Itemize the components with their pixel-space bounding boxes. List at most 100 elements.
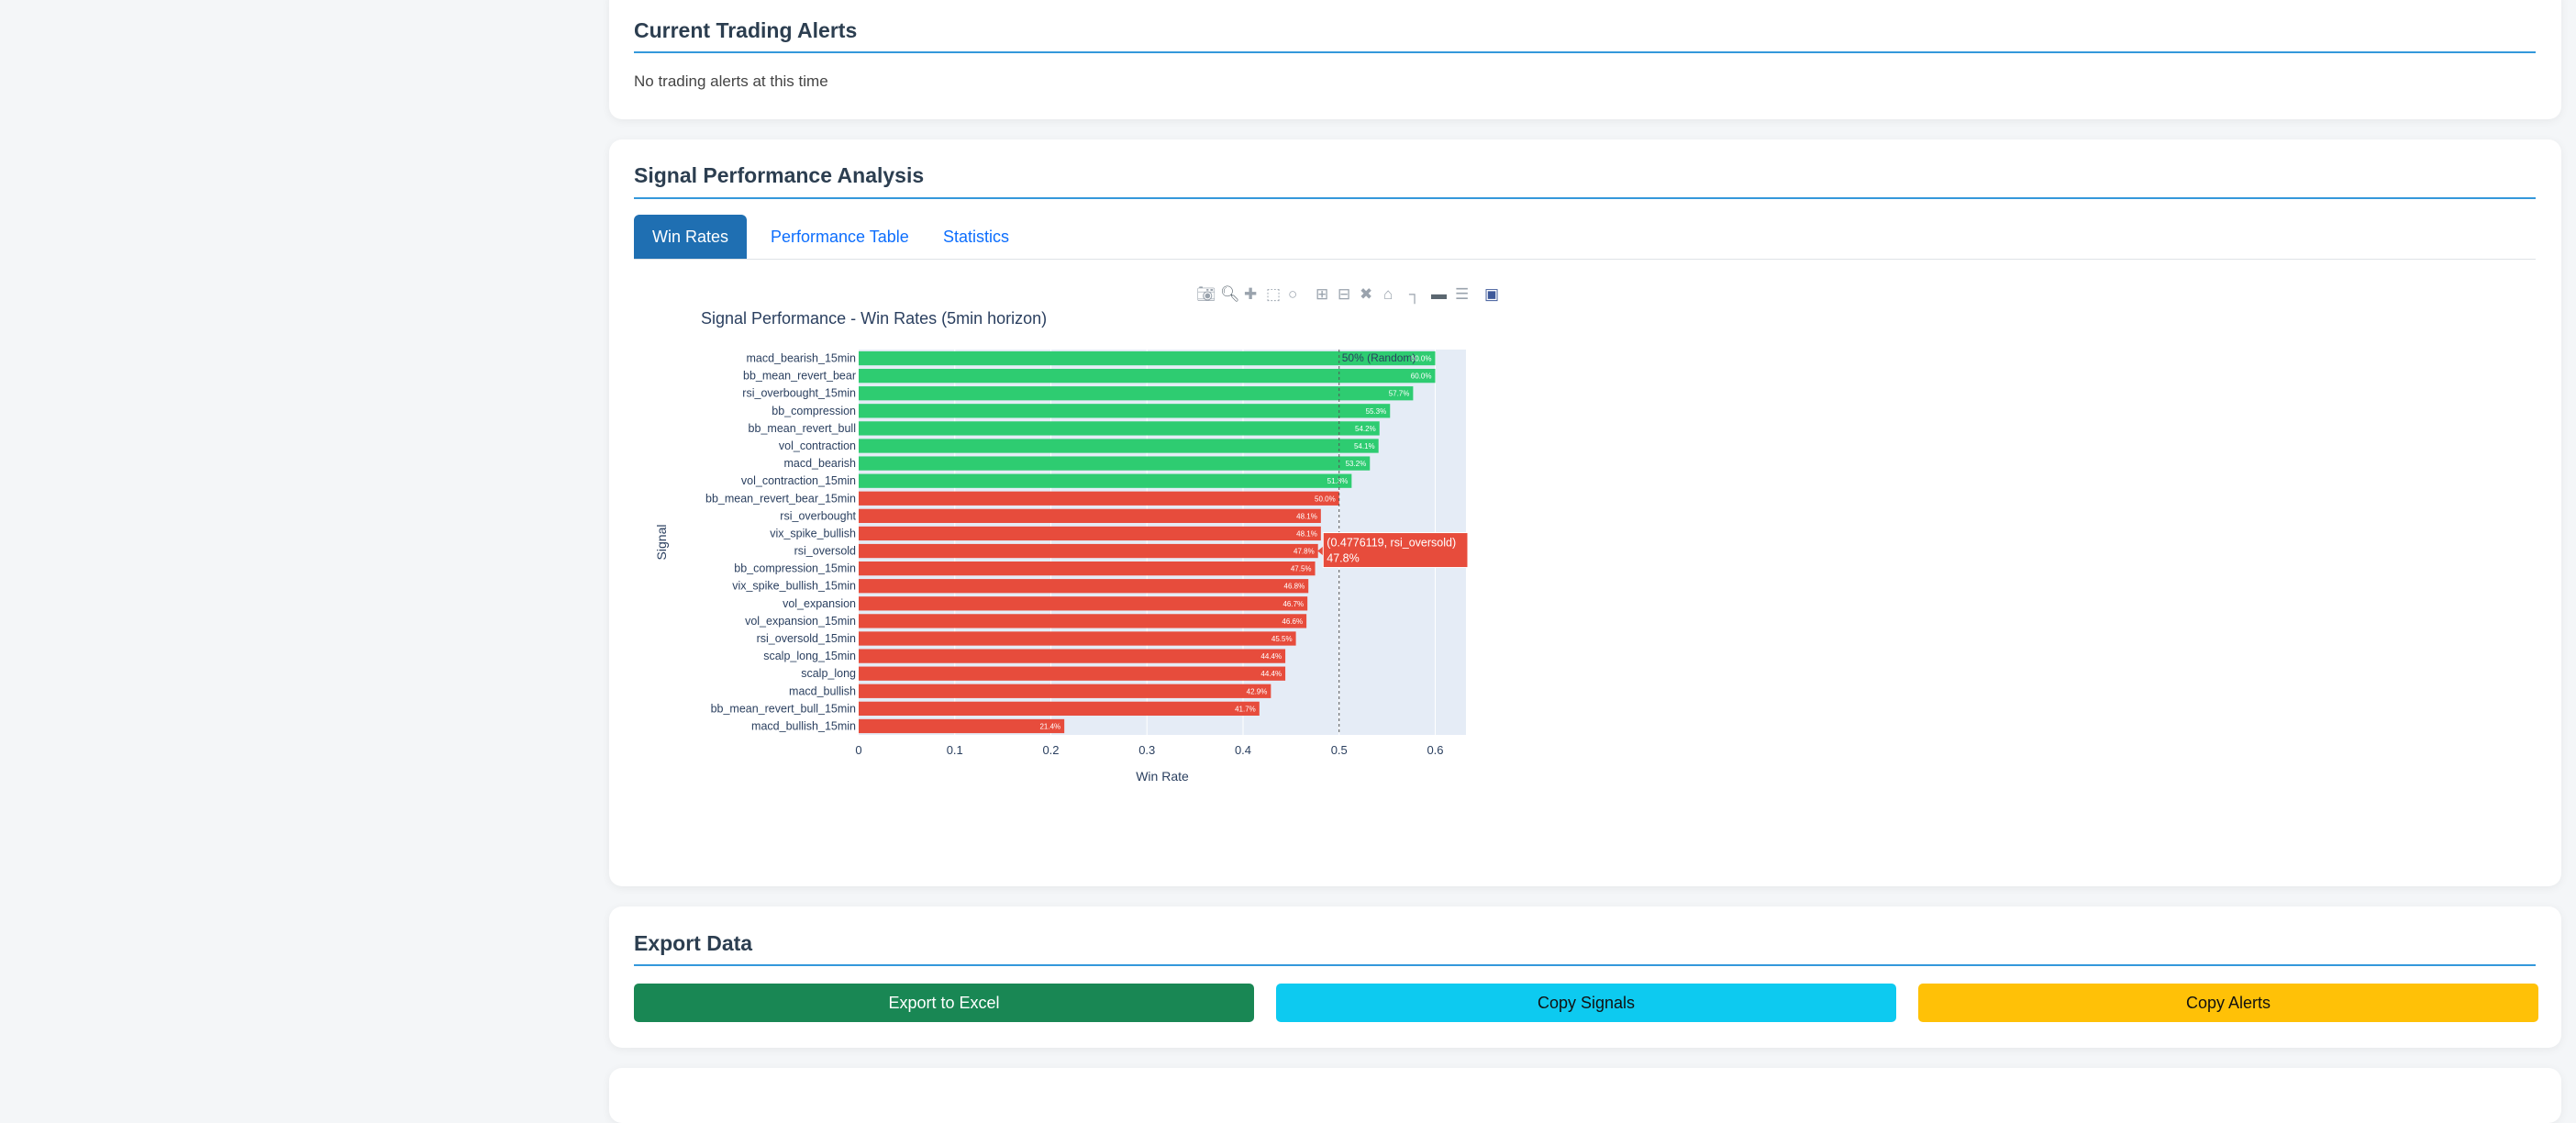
- tab-win-rates[interactable]: Win Rates: [634, 215, 748, 259]
- bar-data-label: 42.9%: [1247, 687, 1268, 695]
- category-label: scalp_long: [801, 667, 856, 680]
- x-tick-label: 0.6: [1427, 743, 1443, 757]
- bar-data-label: 48.1%: [1296, 512, 1317, 520]
- category-label: scalp_long_15min: [763, 650, 856, 662]
- bar-data-label: 51.3%: [1327, 477, 1349, 485]
- win-rate-chart-container: 📷︎ 🔍︎ ✚ ⬚ ○ ⊞ ⊟ ✖ ⌂ ┐ ▬ ☰ ▣ Signal Perfo…: [609, 279, 1527, 829]
- bar-data-label: 44.4%: [1260, 652, 1282, 661]
- bar-data-label: 50.0%: [1315, 495, 1336, 503]
- category-label: rsi_oversold_15min: [757, 632, 856, 645]
- performance-title: Signal Performance Analysis: [634, 163, 925, 187]
- bar-bb_mean_revert_bull_15min[interactable]: [859, 701, 1260, 716]
- performance-tabs: Win Rates Performance Table Statistics: [634, 215, 2536, 260]
- category-label: bb_mean_revert_bull_15min: [711, 702, 856, 715]
- pan-icon[interactable]: ✚: [1244, 284, 1257, 305]
- bar-bb_mean_revert_bull[interactable]: [859, 421, 1380, 436]
- bar-rsi_overbought_15min[interactable]: [859, 386, 1414, 401]
- bar-bb_mean_revert_bear[interactable]: [859, 369, 1436, 384]
- zoom-in-icon[interactable]: ⊞: [1316, 284, 1328, 305]
- bar-macd_bullish[interactable]: [859, 684, 1271, 698]
- bar-bb_compression[interactable]: [859, 404, 1391, 418]
- hover-closest-icon[interactable]: ▬: [1431, 284, 1447, 305]
- bar-data-label: 47.8%: [1294, 548, 1315, 556]
- next-card: [609, 1068, 2561, 1123]
- tooltip-value: 47.8%: [1327, 552, 1359, 565]
- spike-lines-icon[interactable]: ┐: [1409, 284, 1420, 305]
- category-label: macd_bullish_15min: [751, 719, 856, 732]
- box-select-icon[interactable]: ⬚: [1266, 284, 1281, 305]
- bar-data-label: 46.6%: [1282, 617, 1303, 626]
- x-tick-label: 0.4: [1235, 743, 1251, 757]
- bar-data-label: 60.0%: [1411, 372, 1432, 381]
- bar-vol_contraction[interactable]: [859, 439, 1379, 453]
- category-label: macd_bullish: [789, 684, 856, 697]
- bar-vol_expansion[interactable]: [859, 596, 1308, 611]
- category-label: vix_spike_bullish: [770, 527, 856, 539]
- tooltip-coords: (0.4776119, rsi_oversold): [1327, 537, 1456, 550]
- alerts-empty-message: No trading alerts at this time: [634, 72, 828, 90]
- bar-bb_compression_15min[interactable]: [859, 562, 1316, 576]
- performance-card: Signal Performance Analysis Win Rates Pe…: [609, 139, 2561, 886]
- zoom-icon[interactable]: 🔍︎: [1220, 284, 1240, 305]
- bar-scalp_long_15min[interactable]: [859, 649, 1286, 663]
- bar-rsi_overbought[interactable]: [859, 508, 1321, 523]
- x-tick-label: 0.5: [1331, 743, 1348, 757]
- lasso-select-icon[interactable]: ○: [1288, 284, 1297, 305]
- export-title-rule: [634, 964, 2536, 966]
- reset-axes-icon[interactable]: ⌂: [1383, 284, 1393, 305]
- bar-data-label: 54.2%: [1355, 425, 1376, 433]
- tab-statistics[interactable]: Statistics: [925, 215, 1027, 259]
- bar-data-label: 21.4%: [1039, 722, 1060, 730]
- bar-data-label: 46.8%: [1284, 583, 1305, 591]
- bar-data-label: 54.1%: [1354, 442, 1375, 450]
- bar-rsi_oversold_15min[interactable]: [859, 631, 1296, 646]
- chart-title: Signal Performance - Win Rates (5min hor…: [701, 309, 1047, 328]
- export-title: Export Data: [634, 931, 753, 955]
- bar-scalp_long[interactable]: [859, 666, 1286, 681]
- bar-macd_bullish_15min[interactable]: [859, 718, 1065, 734]
- category-label: rsi_overbought: [780, 509, 856, 522]
- hover-tooltip: (0.4776119, rsi_oversold) 47.8%: [1317, 532, 1469, 569]
- bar-data-label: 57.7%: [1389, 390, 1410, 398]
- x-tick-label: 0.1: [947, 743, 963, 757]
- copy-alerts-button[interactable]: Copy Alerts: [1918, 984, 2538, 1022]
- category-label: rsi_oversold: [794, 545, 856, 558]
- category-label: vol_expansion: [783, 597, 856, 610]
- plotly-logo-icon[interactable]: ▣: [1484, 284, 1499, 305]
- camera-icon[interactable]: 📷︎: [1196, 284, 1216, 305]
- bar-bb_mean_revert_bear_15min[interactable]: [859, 491, 1339, 506]
- hover-compare-icon[interactable]: ☰: [1455, 284, 1469, 305]
- bar-vix_spike_bullish[interactable]: [859, 526, 1321, 541]
- category-label: vol_contraction_15min: [741, 474, 856, 487]
- category-label: bb_compression: [772, 405, 856, 417]
- category-label: vol_contraction: [779, 439, 856, 452]
- bar-data-label: 45.5%: [1271, 635, 1293, 643]
- bar-vix_spike_bullish_15min[interactable]: [859, 579, 1309, 594]
- x-tick-label: 0.3: [1138, 743, 1155, 757]
- bar-rsi_oversold[interactable]: [859, 543, 1318, 559]
- bar-data-label: 44.4%: [1260, 670, 1282, 678]
- category-label: bb_compression_15min: [734, 562, 856, 575]
- category-label: bb_mean_revert_bear: [743, 370, 856, 383]
- y-axis-title: Signal: [654, 525, 669, 561]
- x-tick-labels: 0 0.1 0.2 0.3 0.4 0.5 0.6: [855, 743, 1443, 757]
- copy-signals-button[interactable]: Copy Signals: [1276, 984, 1896, 1022]
- bar-vol_expansion_15min[interactable]: [859, 614, 1307, 628]
- export-excel-button[interactable]: Export to Excel: [634, 984, 1254, 1022]
- alerts-title-rule: [634, 51, 2536, 53]
- tab-performance-table[interactable]: Performance Table: [752, 215, 927, 259]
- bar-data-label: 41.7%: [1235, 705, 1256, 713]
- category-label: vol_expansion_15min: [745, 615, 856, 628]
- reference-line-label: 50% (Random): [1342, 351, 1416, 364]
- alerts-card: Current Trading Alerts No trading alerts…: [609, 0, 2561, 119]
- bar-vol_contraction_15min[interactable]: [859, 473, 1352, 488]
- bar-data-label: 46.7%: [1282, 600, 1304, 608]
- category-label: bb_mean_revert_bull: [749, 422, 856, 435]
- autoscale-icon[interactable]: ✖: [1360, 284, 1372, 305]
- bar-data-label: 55.3%: [1366, 407, 1387, 416]
- bar-data-label: 48.1%: [1296, 529, 1317, 538]
- category-label: rsi_overbought_15min: [742, 387, 856, 400]
- bar-macd_bearish[interactable]: [859, 456, 1371, 471]
- bar-data-label: 47.5%: [1291, 565, 1312, 573]
- zoom-out-icon[interactable]: ⊟: [1338, 284, 1350, 305]
